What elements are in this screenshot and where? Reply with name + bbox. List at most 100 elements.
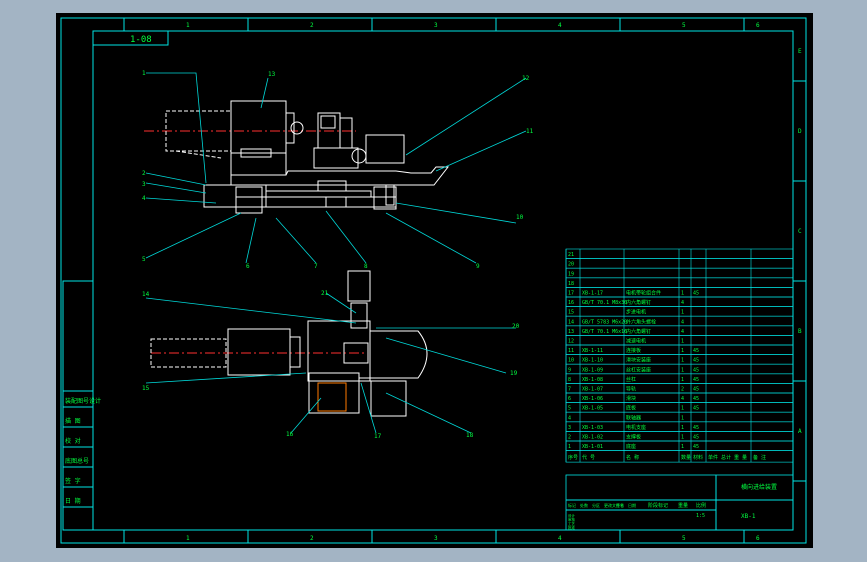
plan-view (150, 270, 428, 417)
bom-cell: 连接板 (626, 347, 641, 354)
leader-lines (145, 72, 527, 434)
drawing-code: 1-08 (130, 35, 152, 45)
bom-cell: 15 (568, 310, 574, 316)
bom-cell: 1 (681, 348, 684, 354)
balloon-label: 3 (142, 181, 146, 188)
bom-cell: XB-1-03 (582, 425, 603, 431)
leader-line (245, 217, 257, 264)
bom-header-cell: 代 号 (582, 454, 595, 461)
stage-label: 阶段标记 (648, 502, 668, 509)
bom-cell: 步进电机 (626, 309, 646, 316)
bom-row (565, 248, 794, 259)
leader-line (385, 212, 477, 264)
bom-cell: 电机带轮组合件 (626, 290, 661, 297)
leader-line (435, 130, 527, 172)
bom-cell: 45 (693, 425, 699, 431)
zone-label-right: C (798, 228, 802, 235)
zone-label-right: A (798, 428, 802, 435)
bom-cell: GB/T 70.1 M8x30 (582, 300, 627, 306)
bom-cell: 11 (568, 348, 574, 354)
balloon-label: 6 (246, 263, 250, 270)
balloon-label: 7 (314, 263, 318, 270)
leader-line (385, 392, 472, 434)
leader-line (405, 77, 527, 156)
bom-cell: 内六角螺钉 (626, 299, 651, 306)
bom-cell: 滑块 (626, 395, 636, 402)
bom-cell: 4 (681, 300, 684, 306)
leader-line (145, 297, 357, 324)
scale-label: 比例 (696, 502, 706, 509)
bom-row (565, 267, 794, 279)
bom-cell: 13 (568, 329, 574, 335)
bom-cell: XB-1-08 (582, 377, 603, 383)
bom-cell: XB-1-07 (582, 387, 603, 393)
balloon-label: 10 (516, 214, 524, 221)
bom-cell: 4 (568, 415, 571, 421)
assembly-drawing: 1-08 123456 123456 EDCBA 装配图号设计描 图校 对底图总… (60, 17, 807, 544)
bom-cell: XB-1-11 (582, 348, 603, 354)
leader-line (146, 72, 207, 184)
bom-cell: 6 (568, 396, 571, 402)
bom-cell: 底座 (626, 443, 636, 450)
bom-cell: GB/T 70.1 M6x16 (582, 329, 627, 335)
bom-cell: 1 (681, 406, 684, 412)
bom-cell: 21 (568, 252, 574, 258)
bom-cell: 1 (681, 444, 684, 450)
zone-label-right: E (798, 48, 802, 55)
drawing-frame (60, 17, 807, 544)
weight-label: 重量 (678, 502, 688, 509)
zone-label-bottom: 4 (558, 535, 562, 542)
balloon-label: 5 (142, 256, 146, 263)
bom-cell: 2 (568, 435, 571, 441)
drawing-title: 横向进给装置 (741, 483, 777, 491)
leader-line (360, 382, 377, 434)
balloon-label: 14 (142, 291, 150, 298)
bom-row (565, 411, 794, 423)
bom-cell: 19 (568, 271, 574, 277)
bom-cell: 45 (693, 444, 699, 450)
zone-label-bottom: 5 (682, 535, 686, 542)
leader-line (145, 197, 217, 204)
left-box-label: 日 期 (65, 497, 81, 505)
bom-cell: 1 (681, 291, 684, 297)
zone-label-bottom: 1 (186, 535, 190, 542)
bom-cell: 45 (693, 387, 699, 393)
bom-cell: 5 (568, 406, 571, 412)
bom-cell: 14 (568, 319, 574, 325)
bom-cell: 1 (681, 339, 684, 345)
balloon-label: 8 (364, 263, 368, 270)
leader-line (325, 210, 367, 264)
left-box-label: 底图总号 (65, 457, 89, 465)
zone-label-right: D (798, 128, 802, 135)
zone-label-top: 6 (756, 22, 760, 29)
bom-row (565, 335, 794, 346)
cad-viewport[interactable]: 1-08 123456 123456 EDCBA 装配图号设计描 图校 对底图总… (56, 13, 813, 548)
bom-header-cell: 材料 (693, 454, 703, 461)
bom-cell: 1 (681, 310, 684, 316)
bom-row (565, 258, 794, 269)
bom-cell: 1 (681, 415, 684, 421)
bom-cell: 45 (693, 377, 699, 383)
leader-line (395, 202, 517, 224)
bom-cell: 45 (693, 406, 699, 412)
leader-line (275, 217, 317, 264)
bom-row (565, 277, 794, 288)
left-box-label: 签 字 (65, 477, 81, 485)
zone-label-right: B (798, 328, 802, 335)
left-box-label: 校 对 (65, 437, 81, 445)
bom-cell: 4 (681, 319, 684, 325)
bom-cell: 12 (568, 339, 574, 345)
bom-cell: 18 (568, 281, 574, 287)
bom-cell: 1 (681, 367, 684, 373)
bom-cell: 45 (693, 291, 699, 297)
balloon-label: 12 (522, 75, 530, 82)
balloon-label: 15 (142, 385, 150, 392)
zone-label-top: 5 (682, 22, 686, 29)
zone-label-top: 3 (434, 22, 438, 29)
bom-cell: 1 (681, 435, 684, 441)
bom-cell: GB/T 5783 M6x20 (582, 319, 627, 325)
bom-cell: 联轴器 (626, 414, 641, 421)
front-view (144, 100, 450, 214)
bom-cell: 17 (568, 291, 574, 297)
zone-label-top: 2 (310, 22, 314, 29)
